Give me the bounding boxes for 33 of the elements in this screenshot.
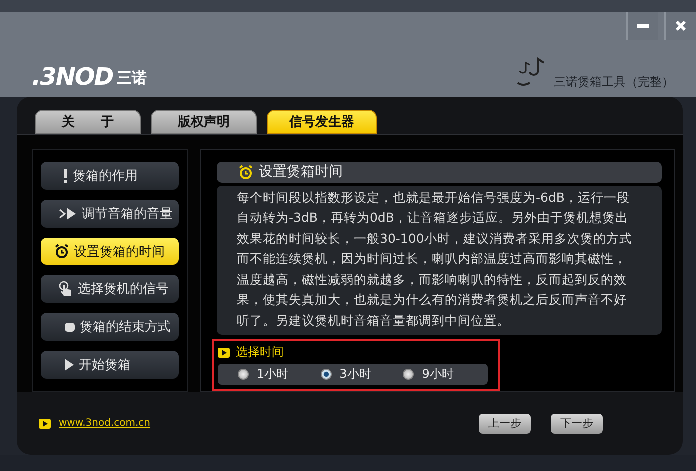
alarm-clock-icon (55, 244, 69, 260)
alarm-clock-icon (239, 164, 253, 180)
description-text: 每个时间段以指数形设定，也就是最开始信号强度为-6dB，运行一段自动转为-3dB，再转为0dB，让音箱逐步适应。另外由于煲机想煲出效果花的时间较长，一般30-100小时，建议消费者采用多次煲的方式而不能连续煲机，因为时间过长，喇叭内部温度过高而影响其磁性，温度越高，磁性减弱的就越多，而影响喇叭的特性，反而起到反的效果，使其失真加大，也就是为什么有的消费者煲机之后反而声音不好听了。另建议煲机时音箱音量都调到中间位置。 (217, 186, 662, 335)
previous-button[interactable]: 上一步 (479, 414, 531, 434)
sidebar-item[interactable]: 煲箱的作用 (41, 162, 179, 190)
radio-option[interactable]: 1小时 (238, 366, 289, 383)
sidebar-item[interactable]: 开始煲箱 (41, 351, 179, 379)
play-icon (218, 348, 230, 358)
logo-text: 三诺 (117, 69, 148, 89)
minimize-icon (637, 24, 649, 28)
sidebar-item[interactable]: 选择煲机的信号 (41, 275, 179, 304)
close-icon (675, 20, 687, 32)
tab[interactable]: 关 于 (35, 110, 141, 134)
choice-label: 选择时间 (236, 344, 284, 361)
radio-option[interactable]: 9小时 (403, 366, 454, 383)
sidebar-item[interactable]: 煲箱的结束方式 (41, 313, 179, 342)
exclamation-icon (63, 168, 68, 183)
sidebar-item[interactable]: 调节音箱的音量 (41, 200, 179, 228)
hand-icon (59, 281, 73, 298)
section-title: 设置煲箱时间 (259, 163, 343, 182)
arrow-icon (59, 208, 77, 220)
sidebar-item[interactable]: 设置煲箱的时间 (41, 238, 179, 266)
logo: .3NOD (32, 63, 114, 91)
app-title: 三诺煲箱工具（完整） (554, 74, 674, 91)
minimize-button[interactable] (626, 12, 658, 40)
next-button[interactable]: 下一步 (551, 414, 603, 434)
tab[interactable]: 信号发生器 (267, 110, 377, 134)
radio-option[interactable]: 3小时 (320, 366, 372, 383)
tab[interactable]: 版权声明 (151, 110, 257, 134)
play-icon (39, 418, 51, 428)
play-icon (65, 359, 74, 372)
close-button[interactable] (664, 12, 696, 40)
website-link[interactable]: www.3nod.com.cn (39, 418, 151, 429)
